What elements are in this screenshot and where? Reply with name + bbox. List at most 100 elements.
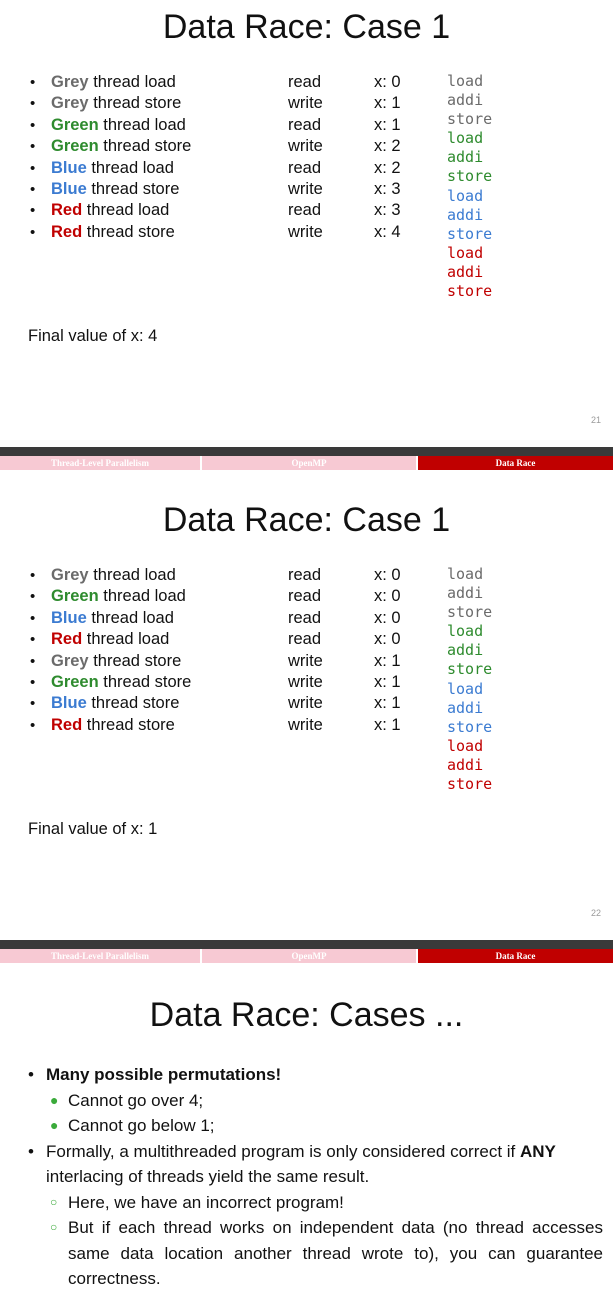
thread-color-label: Green [51, 137, 99, 156]
operation-type: write [288, 222, 323, 241]
page-number: 22 [590, 908, 601, 918]
thread-color-label: Blue [51, 694, 87, 713]
operation-list: • Grey thread load read x: 0 • Grey thread s… [30, 72, 440, 243]
thread-color-label: Green [51, 587, 99, 606]
code-line: load [447, 736, 484, 755]
operation-type: read [288, 608, 322, 627]
thread-action: thread store [86, 179, 180, 198]
list-item: • Blue thread store write x: 3 [30, 179, 440, 200]
code-line: store [447, 775, 493, 794]
slide-cases: Data Race: Cases ... • Many possible perm… [0, 986, 613, 1305]
list-item: • Red thread load read x: 0 [30, 629, 440, 650]
thread-action: thread store [88, 651, 182, 670]
navigation-bar: Thread-Level Parallelism OpenMP Data Rac… [0, 940, 613, 964]
x-value: x: 1 [374, 94, 401, 113]
final-value: Final value of x: 4 [28, 327, 158, 345]
code-line: store [447, 717, 493, 736]
sub-list-item: ● Cannot go over 4; [28, 1088, 603, 1114]
thread-action: thread load [98, 115, 186, 134]
sub-list-item: ● Cannot go below 1; [28, 1113, 603, 1139]
slide-22: Data Race: Case 1 • Grey thread load read x… [0, 493, 613, 940]
code-line: addi [447, 205, 484, 224]
x-value: x: 2 [374, 137, 401, 156]
operation-type: write [288, 137, 323, 156]
slide-title: Data Race: Cases ... [149, 996, 464, 1034]
x-value: x: 0 [374, 73, 401, 91]
thread-action: thread load [86, 608, 174, 627]
x-value: x: 1 [374, 672, 401, 691]
sub-list-item: ○ But if each thread works on independent… [28, 1215, 603, 1292]
thread-action: thread store [82, 715, 175, 734]
list-item: • Green thread store write x: 2 [30, 136, 440, 157]
bullet-icon: • [30, 695, 36, 713]
x-value: x: 1 [374, 651, 401, 670]
code-line: addi [447, 641, 484, 660]
bullet-icon: • [30, 652, 36, 670]
x-value: x: 2 [374, 158, 401, 177]
bullet-icon: • [30, 138, 36, 156]
code-line: store [447, 660, 493, 679]
code-line: load [447, 243, 484, 262]
bullet-icon: • [28, 1141, 34, 1161]
code-line: load [447, 129, 484, 148]
nav-section-data-race[interactable]: Data Race [418, 456, 613, 470]
thread-action: thread load [82, 630, 170, 649]
thread-color-label: Green [51, 672, 99, 691]
bullet-text: Many possible permutations! [46, 1065, 282, 1084]
x-value: x: 0 [374, 587, 401, 606]
x-value: x: 0 [374, 566, 401, 584]
bullet-icon: • [30, 673, 36, 691]
nav-section-openmp[interactable]: OpenMP [202, 949, 416, 963]
bullet-icon: • [30, 223, 36, 241]
thread-color-label: Grey [51, 651, 89, 670]
bullet-icon: • [30, 116, 36, 134]
ring-bullet-icon: ○ [50, 1220, 58, 1234]
list-item: • Blue thread load read x: 0 [30, 608, 440, 629]
thread-color-label: Red [51, 715, 83, 734]
x-value: x: 0 [374, 630, 401, 649]
bullet-icon: • [28, 1065, 34, 1084]
operation-type: write [288, 94, 323, 113]
thread-action: thread load [88, 73, 176, 91]
thread-action: thread load [82, 201, 170, 220]
nav-section-thread-level-parallelism[interactable]: Thread-Level Parallelism [0, 949, 200, 963]
code-line: load [447, 72, 484, 90]
list-item: • Green thread load read x: 0 [30, 586, 440, 607]
operation-type: read [288, 73, 322, 91]
operation-type: write [288, 672, 323, 691]
thread-action: thread store [98, 672, 192, 691]
code-line: addi [447, 755, 484, 774]
list-item: • Blue thread load read x: 2 [30, 158, 440, 179]
nav-divider [0, 940, 613, 949]
bullet-icon: • [30, 95, 36, 113]
list-item: • Grey thread load read x: 0 [30, 565, 440, 586]
nav-section-openmp[interactable]: OpenMP [202, 456, 416, 470]
operation-list: • Grey thread load read x: 0 • Green thread … [30, 565, 440, 736]
thread-action: thread store [98, 137, 192, 156]
code-line: load [447, 679, 484, 698]
page-number: 21 [590, 415, 601, 425]
ring-bullet-icon: ○ [50, 1194, 58, 1209]
operation-type: read [288, 201, 322, 220]
code-line: load [447, 622, 484, 641]
list-item: • Grey thread store write x: 1 [30, 651, 440, 672]
thread-color-label: Green [51, 115, 99, 134]
code-line: addi [447, 91, 484, 110]
code-line: store [447, 224, 493, 243]
code-line: load [447, 186, 484, 205]
operation-type: write [288, 694, 323, 713]
x-value: x: 1 [374, 115, 401, 134]
operation-type: read [288, 566, 322, 584]
nav-section-thread-level-parallelism[interactable]: Thread-Level Parallelism [0, 456, 200, 470]
slide-title: Data Race: Case 1 [162, 8, 451, 46]
x-value: x: 3 [374, 179, 401, 198]
bullet-icon: • [30, 609, 36, 627]
x-value: x: 0 [374, 608, 401, 627]
list-item: • Formally, a multithreaded program is on… [28, 1139, 603, 1190]
bullet-icon: • [30, 588, 36, 606]
bullet-text: Cannot go below 1; [68, 1116, 215, 1135]
list-item: • Green thread store write x: 1 [30, 672, 440, 693]
bullet-text-lead: Formally, a multithreaded program is onl… [46, 1141, 520, 1161]
bullet-icon: • [30, 159, 36, 177]
nav-section-data-race[interactable]: Data Race [418, 949, 613, 963]
